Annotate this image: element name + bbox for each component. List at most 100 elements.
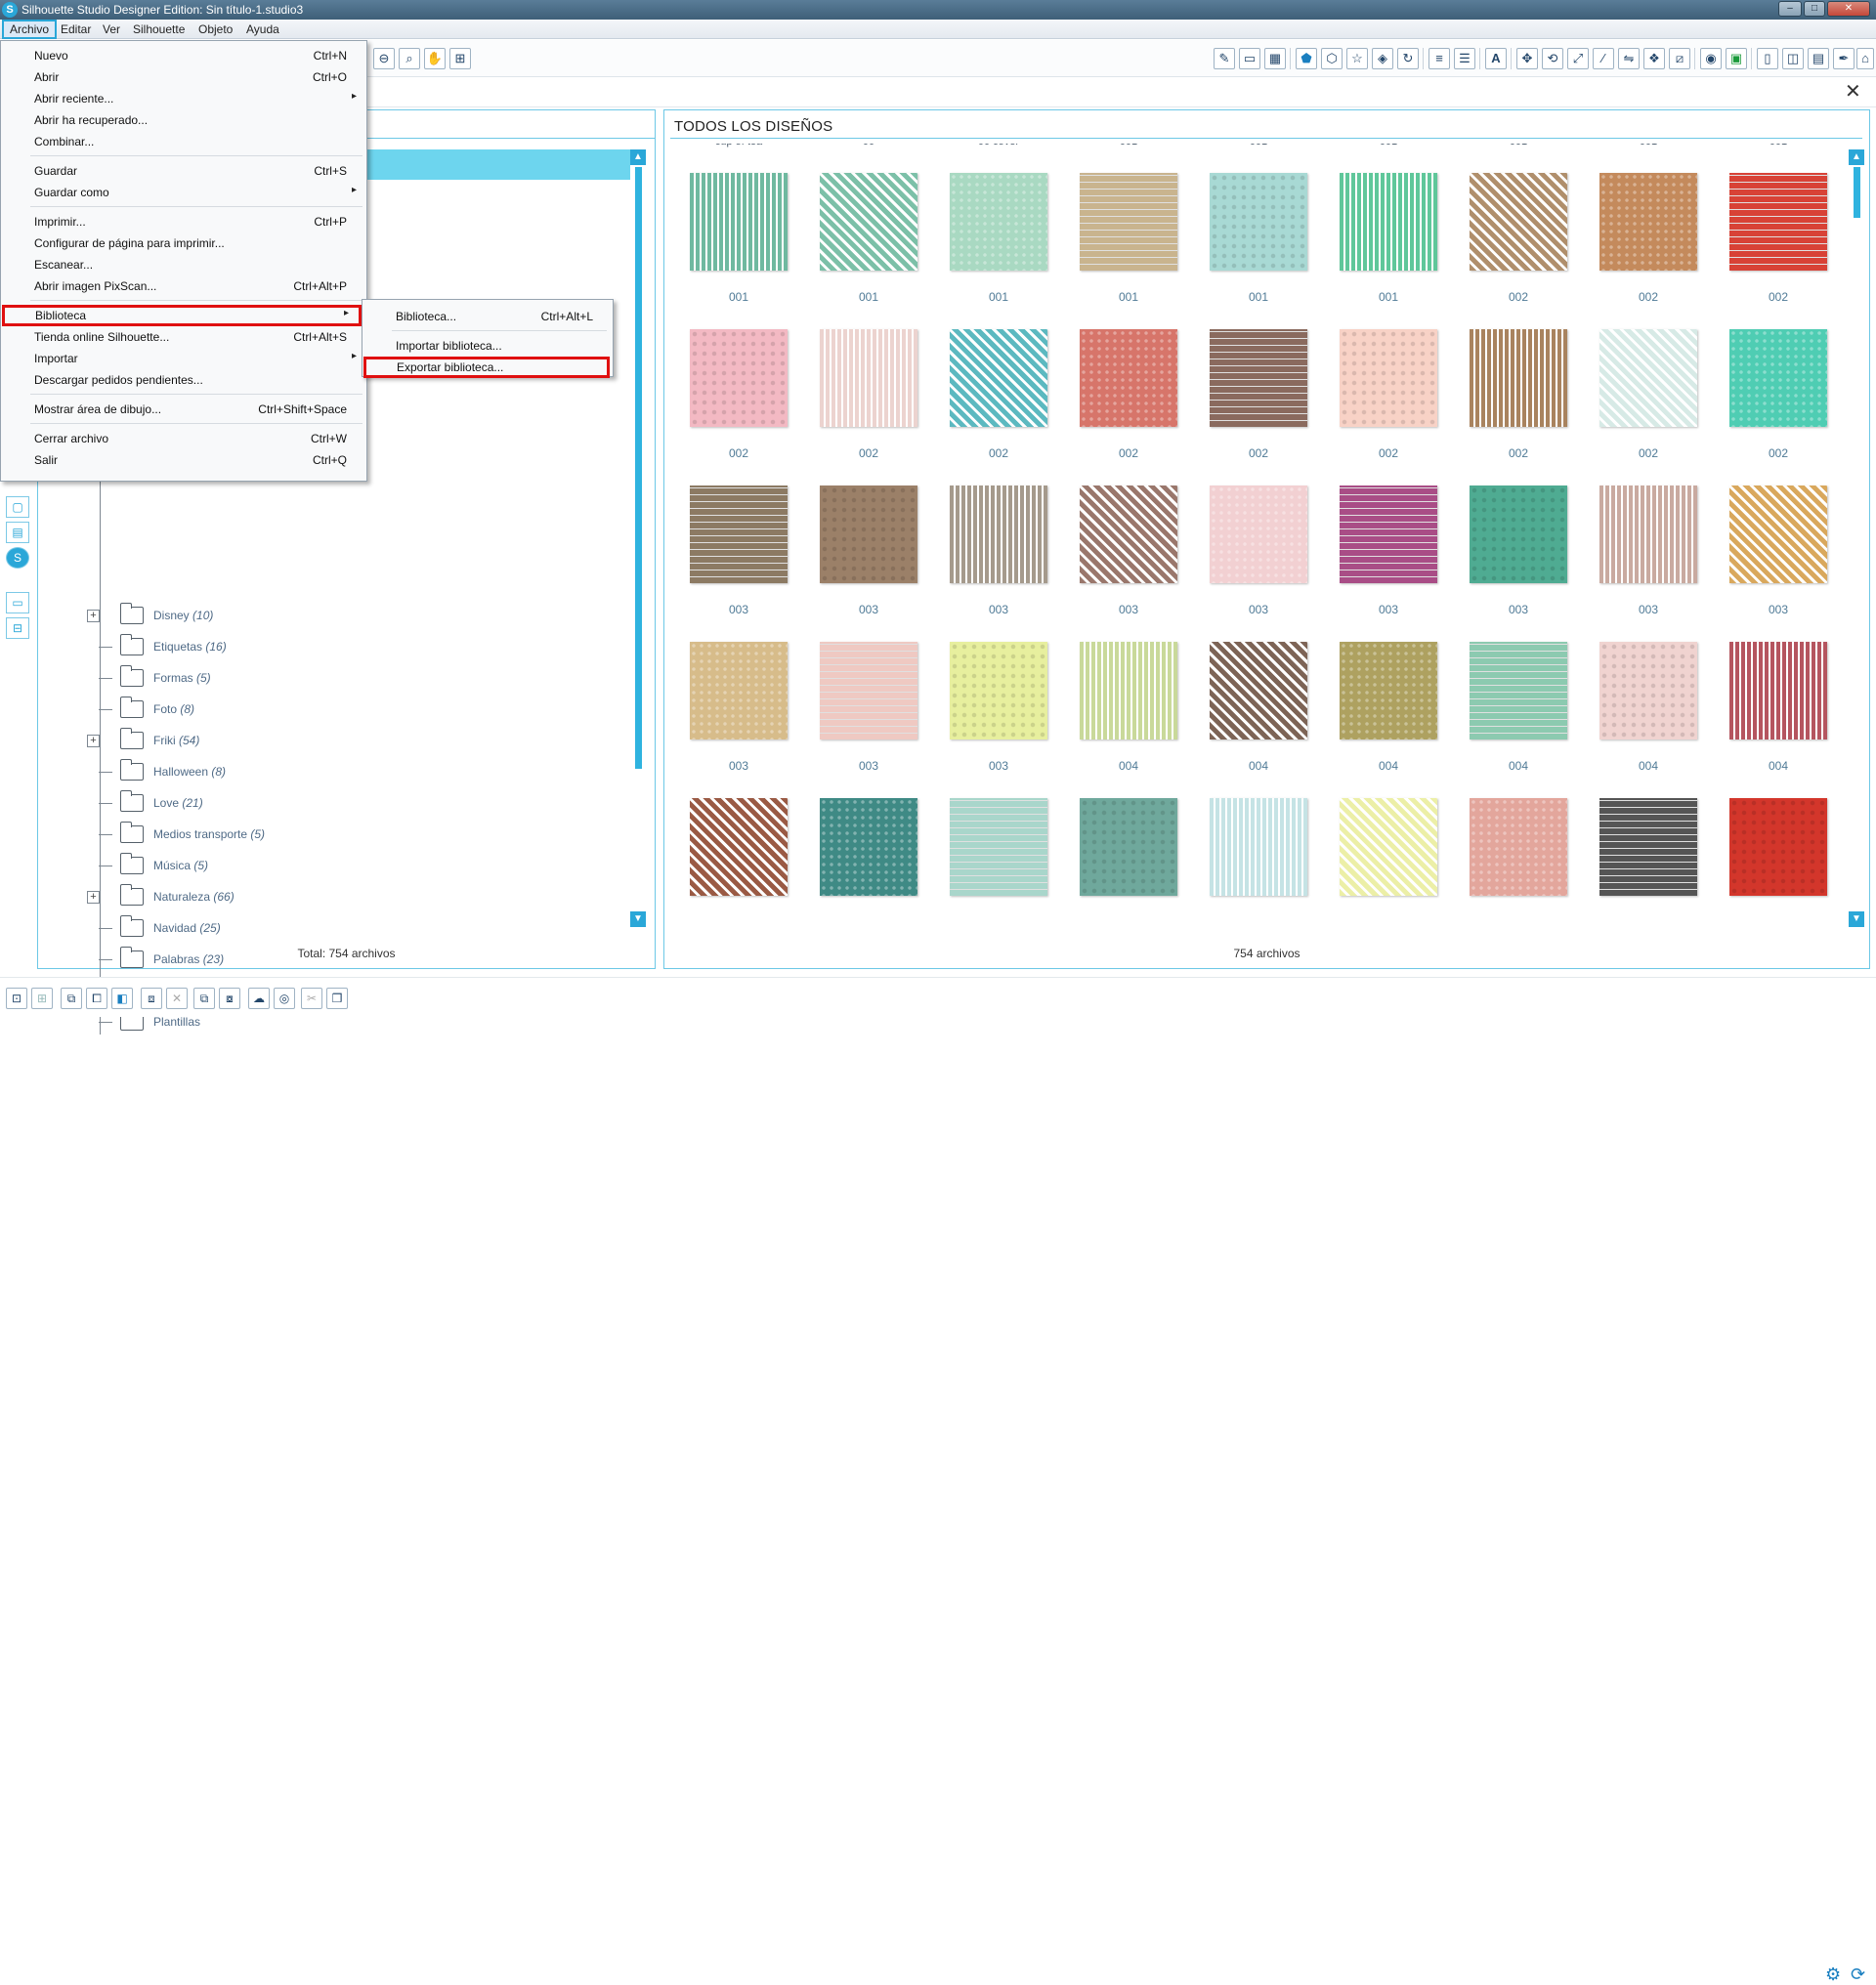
menu-item[interactable]: Cerrar archivo Ctrl+W xyxy=(1,428,366,449)
menu-item[interactable]: Abrir reciente... ▸ xyxy=(1,88,366,109)
design-thumbnail[interactable] xyxy=(690,329,788,427)
design-thumbnail[interactable] xyxy=(1599,798,1697,896)
design-thumbnail[interactable] xyxy=(820,798,917,896)
expand-plus-icon[interactable]: + xyxy=(87,891,100,904)
design-thumbnail[interactable] xyxy=(1210,642,1307,739)
line-weight-icon[interactable]: ☰ xyxy=(1454,48,1475,69)
group-icon[interactable]: ⧉ xyxy=(61,988,82,1009)
folder-row[interactable]: + Naturaleza (66) xyxy=(38,882,624,913)
knife-tool-icon[interactable]: ✂ xyxy=(301,988,322,1009)
design-thumbnail[interactable] xyxy=(1599,329,1697,427)
design-thumbnail[interactable] xyxy=(1470,798,1567,896)
page-setup-icon[interactable]: ▭ xyxy=(1239,48,1260,69)
menu-item[interactable]: Descargar pedidos pendientes... xyxy=(1,369,366,391)
store-icon[interactable]: ⌂ xyxy=(1856,48,1874,69)
menu-item[interactable]: Guardar como ▸ xyxy=(1,182,366,203)
refresh-icon[interactable]: ⟳ xyxy=(1851,1964,1865,1985)
send-to-cut-icon[interactable]: ▯ xyxy=(1757,48,1778,69)
design-thumbnail[interactable] xyxy=(820,642,917,739)
design-thumbnail[interactable] xyxy=(1210,329,1307,427)
fit-page-icon[interactable]: ⊞ xyxy=(449,48,471,69)
folder-row[interactable]: Formas (5) xyxy=(38,663,624,695)
design-thumbnail[interactable] xyxy=(690,486,788,583)
library-add-icon[interactable]: ❒ xyxy=(326,988,348,1009)
design-thumbnail[interactable] xyxy=(1470,642,1567,739)
design-thumbnail[interactable] xyxy=(950,642,1047,739)
menu-objeto[interactable]: Objeto xyxy=(192,20,238,39)
knife-icon[interactable]: ⧄ xyxy=(1669,48,1690,69)
menu-item[interactable]: Mostrar área de dibujo... Ctrl+Shift+Spac… xyxy=(1,399,366,420)
eraser-icon[interactable]: ✎ xyxy=(1214,48,1235,69)
design-thumbnail[interactable] xyxy=(1210,173,1307,271)
menu-item[interactable]: Salir Ctrl+Q xyxy=(1,449,366,471)
expand-plus-icon[interactable]: + xyxy=(87,735,100,747)
design-thumbnail[interactable] xyxy=(1080,329,1177,427)
design-thumbnail[interactable] xyxy=(1080,173,1177,271)
rotate-shape-icon[interactable]: ↻ xyxy=(1397,48,1419,69)
design-page-icon[interactable]: ▢ xyxy=(6,496,29,518)
design-thumbnail[interactable] xyxy=(1729,798,1827,896)
scroll-down-arrow-icon[interactable]: ▼ xyxy=(630,911,646,927)
design-thumbnail[interactable] xyxy=(1599,173,1697,271)
menu-archivo[interactable]: Archivo xyxy=(2,20,58,39)
designs-scroll-down-icon[interactable]: ▼ xyxy=(1849,911,1864,927)
design-thumbnail[interactable] xyxy=(950,798,1047,896)
menu-item[interactable]: Combinar... xyxy=(1,131,366,152)
grid-icon[interactable]: ▦ xyxy=(1264,48,1286,69)
minimize-button[interactable]: – xyxy=(1778,1,1802,17)
design-thumbnail[interactable] xyxy=(1729,486,1827,583)
design-thumbnail[interactable] xyxy=(820,173,917,271)
menu-item[interactable]: Imprimir... Ctrl+P xyxy=(1,211,366,232)
menu-editar[interactable]: Editar xyxy=(55,20,97,39)
star-icon[interactable]: ☆ xyxy=(1346,48,1368,69)
menu-item[interactable]: Escanear... xyxy=(1,254,366,275)
compound-path-icon[interactable]: ◧ xyxy=(111,988,133,1009)
design-thumbnail[interactable] xyxy=(1599,486,1697,583)
design-thumbnail[interactable] xyxy=(1340,329,1437,427)
design-thumbnail[interactable] xyxy=(1340,486,1437,583)
menu-item[interactable]: Nuevo Ctrl+N xyxy=(1,45,366,66)
rotate-icon[interactable]: ⟲ xyxy=(1542,48,1563,69)
delete-icon[interactable]: ✕ xyxy=(166,988,188,1009)
bring-forward-icon[interactable]: ⧉ xyxy=(193,988,215,1009)
close-window-button[interactable]: ✕ xyxy=(1827,1,1870,17)
design-thumbnail[interactable] xyxy=(1470,329,1567,427)
design-thumbnail[interactable] xyxy=(690,173,788,271)
folder-row[interactable]: Love (21) xyxy=(38,788,624,820)
ungroup-icon[interactable]: ⧠ xyxy=(86,988,107,1009)
design-thumbnail[interactable] xyxy=(1599,642,1697,739)
menu-item[interactable]: Biblioteca ▸ xyxy=(2,305,362,326)
design-thumbnail[interactable] xyxy=(1729,329,1827,427)
menu-item[interactable]: Importar ▸ xyxy=(1,348,366,369)
weld-icon[interactable]: ☁ xyxy=(248,988,270,1009)
design-thumbnail[interactable] xyxy=(950,329,1047,427)
fill-icon[interactable]: ⬡ xyxy=(1321,48,1343,69)
expand-plus-icon[interactable]: + xyxy=(87,610,100,622)
select-all-icon[interactable]: ⊡ xyxy=(6,988,27,1009)
design-thumbnail[interactable] xyxy=(1210,798,1307,896)
folder-row[interactable]: Medios transporte (5) xyxy=(38,820,624,851)
pentagon-icon[interactable]: ⬟ xyxy=(1296,48,1317,69)
design-thumbnail[interactable] xyxy=(950,173,1047,271)
menu-ayuda[interactable]: Ayuda xyxy=(240,20,285,39)
submenu-item[interactable]: Exportar biblioteca... xyxy=(363,357,610,378)
maximize-button[interactable]: □ xyxy=(1804,1,1825,17)
settings-icon[interactable]: ⚙ xyxy=(1825,1964,1841,1985)
folder-row[interactable]: + Friki (54) xyxy=(38,726,624,757)
submenu-item[interactable]: Importar biblioteca... xyxy=(362,335,613,357)
gradient-icon[interactable]: ◈ xyxy=(1372,48,1393,69)
transform-icon[interactable]: ✥ xyxy=(1516,48,1538,69)
offset-shape-icon[interactable]: ◎ xyxy=(274,988,295,1009)
line-style-icon[interactable]: ≡ xyxy=(1428,48,1450,69)
design-thumbnail[interactable] xyxy=(1080,642,1177,739)
menu-item[interactable]: Abrir ha recuperado... xyxy=(1,109,366,131)
design-thumbnail[interactable] xyxy=(1470,173,1567,271)
zoom-out-icon[interactable]: ⊖ xyxy=(373,48,395,69)
duplicate-icon[interactable]: ⧈ xyxy=(141,988,162,1009)
design-thumbnail[interactable] xyxy=(1080,486,1177,583)
folder-row[interactable]: Música (5) xyxy=(38,851,624,882)
layout-grid-icon[interactable]: ▤ xyxy=(1808,48,1829,69)
shear-icon[interactable]: ⁄ xyxy=(1593,48,1614,69)
send-backward-icon[interactable]: ⧇ xyxy=(219,988,240,1009)
folder-row[interactable]: Etiquetas (16) xyxy=(38,632,624,663)
